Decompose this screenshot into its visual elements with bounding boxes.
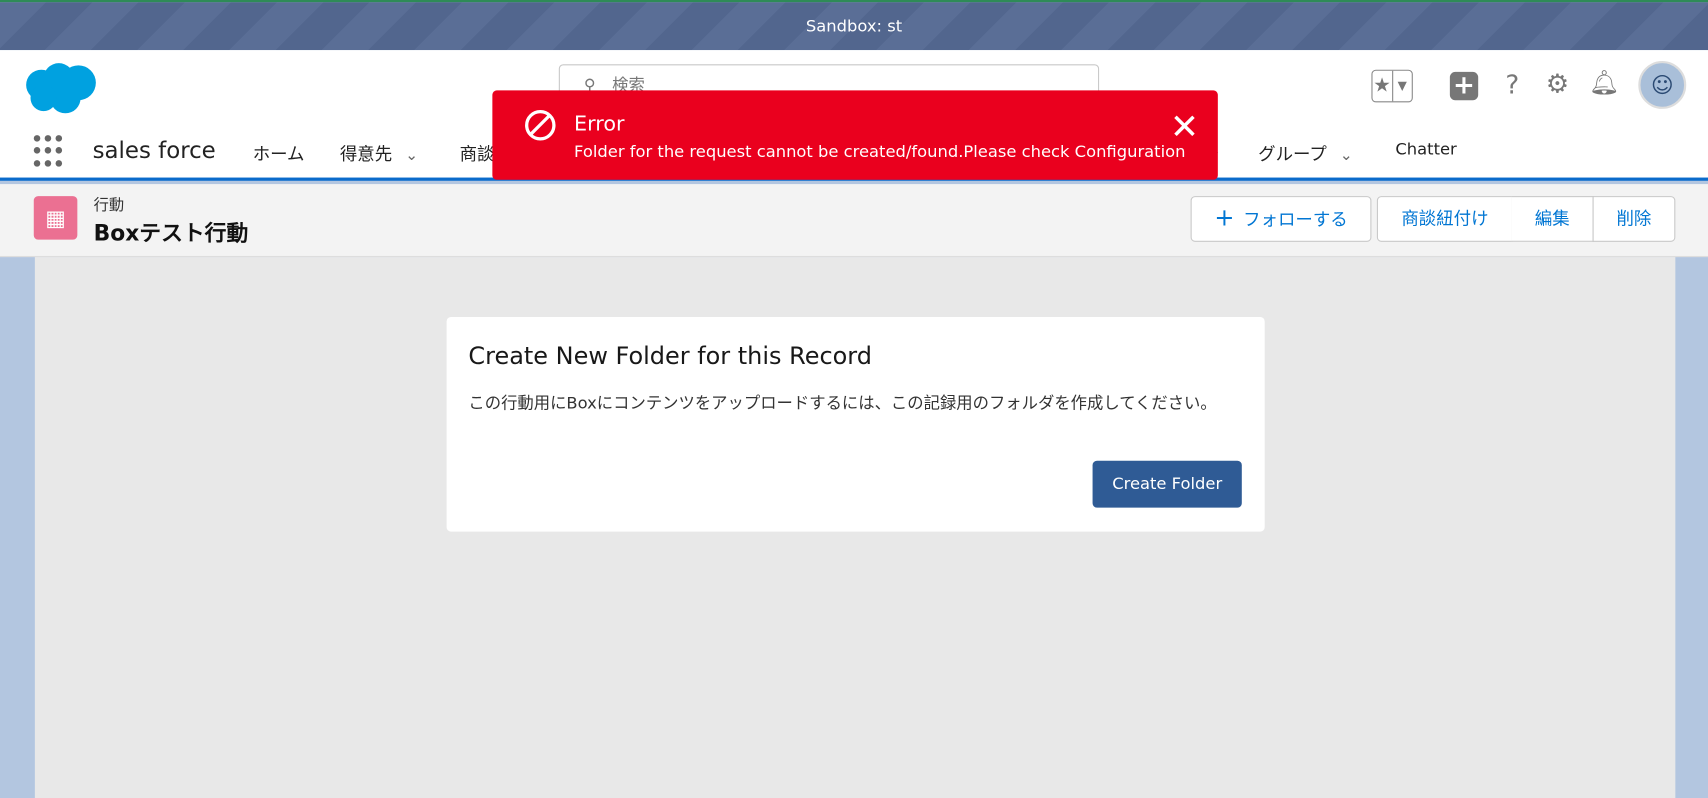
card-title: Create New Folder for this Record <box>468 343 872 371</box>
close-icon[interactable]: ✕ <box>1170 106 1199 147</box>
error-ban-icon <box>525 110 556 141</box>
favorites-button[interactable]: ★ ▼ <box>1371 69 1413 103</box>
record-header: ▦ 行動 Boxテスト行動 + フォローする 商談紐付け 編集 削除 <box>0 184 1708 258</box>
create-folder-card: Create New Folder for this Record この行動用に… <box>446 316 1265 532</box>
add-icon[interactable]: + <box>1449 71 1479 101</box>
bell-icon[interactable]: 🔔︎ <box>1589 70 1619 97</box>
chevron-down-icon: ▼ <box>1391 70 1412 102</box>
help-icon[interactable]: ? <box>1505 70 1519 101</box>
chevron-down-icon[interactable]: ⌄ <box>405 147 418 164</box>
nav-item-groups[interactable]: グループ ⌄ <box>1258 139 1353 165</box>
salesforce-logo <box>26 63 96 114</box>
avatar[interactable]: ☺ <box>1638 61 1687 109</box>
star-icon: ★ <box>1373 74 1391 97</box>
card-description: この行動用にBoxにコンテンツをアップロードするには、この記録用のフォルダを作成… <box>468 393 1217 413</box>
nav-item-home[interactable]: ホーム <box>253 139 305 165</box>
nav-item-chatter[interactable]: Chatter <box>1395 139 1456 159</box>
plus-icon: + <box>1214 204 1235 233</box>
app-launcher-icon[interactable] <box>33 135 63 168</box>
record-type: 行動 <box>93 197 125 215</box>
nav-item-opportunities[interactable]: 商談 <box>460 139 495 165</box>
toast-title: Error <box>574 112 625 137</box>
follow-button[interactable]: + フォローする <box>1190 196 1372 242</box>
app-name: sales force <box>92 137 216 164</box>
link-deal-button[interactable]: 商談紐付け <box>1376 196 1514 242</box>
toast-message: Folder for the request cannot be created… <box>574 141 1186 162</box>
error-toast: Error Folder for the request cannot be c… <box>492 90 1218 180</box>
edit-button[interactable]: 編集 <box>1511 196 1594 242</box>
nav-item-accounts[interactable]: 得意先 ⌄ <box>340 139 418 165</box>
create-folder-button[interactable]: Create Folder <box>1092 460 1242 508</box>
gear-icon[interactable]: ⚙ <box>1546 69 1569 100</box>
chevron-down-icon[interactable]: ⌄ <box>1340 147 1353 164</box>
calendar-icon: ▦ <box>33 196 78 240</box>
delete-button[interactable]: 削除 <box>1592 196 1676 242</box>
record-title: Boxテスト行動 <box>93 220 249 247</box>
sandbox-banner: Sandbox: st <box>0 0 1708 51</box>
